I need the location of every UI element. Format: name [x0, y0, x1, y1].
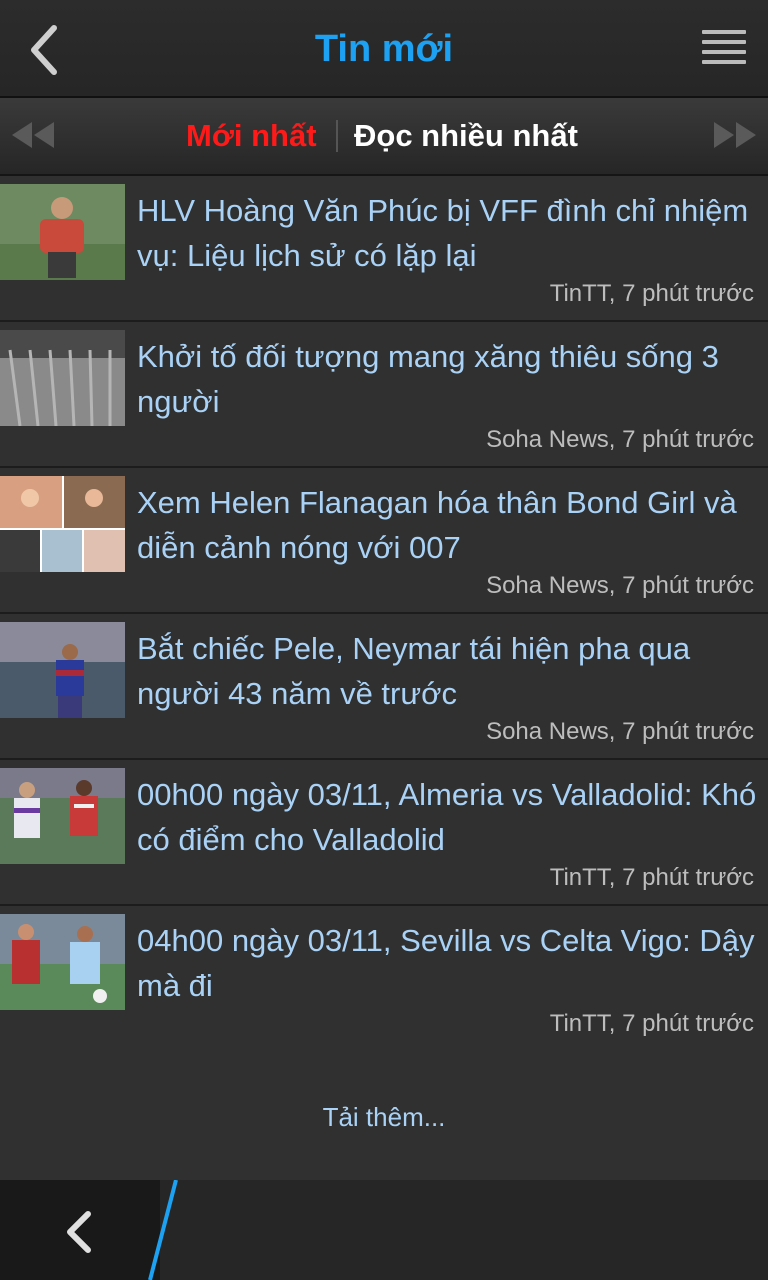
article-title[interactable]: HLV Hoàng Văn Phúc bị VFF đình chỉ nhiệm…: [137, 188, 757, 278]
article-title[interactable]: Bắt chiếc Pele, Neymar tái hiện pha qua …: [137, 626, 757, 716]
page-title: Tin mới: [314, 28, 454, 70]
fast-forward-icon[interactable]: [712, 120, 758, 150]
article-meta: TinTT, 7 phút trước: [549, 280, 754, 307]
menu-icon[interactable]: [702, 30, 746, 70]
list-item[interactable]: 00h00 ngày 03/11, Almeria vs Valladolid:…: [0, 760, 768, 906]
list-item[interactable]: Khởi tố đối tượng mang xăng thiêu sống 3…: [0, 322, 768, 468]
article-meta: Soha News, 7 phút trước: [486, 572, 754, 599]
article-title[interactable]: Khởi tố đối tượng mang xăng thiêu sống 3…: [137, 334, 757, 424]
article-thumbnail: [0, 768, 125, 864]
article-list: HLV Hoàng Văn Phúc bị VFF đình chỉ nhiệm…: [0, 176, 768, 1052]
article-thumbnail: [0, 914, 125, 1010]
article-title[interactable]: 04h00 ngày 03/11, Sevilla vs Celta Vigo:…: [137, 918, 757, 1008]
rewind-icon[interactable]: [10, 120, 56, 150]
bottom-nav-bar: [0, 1180, 768, 1280]
top-bar: Tin mới: [0, 0, 768, 98]
article-title[interactable]: 00h00 ngày 03/11, Almeria vs Valladolid:…: [137, 772, 757, 862]
load-more-label: Tải thêm...: [322, 1102, 446, 1132]
article-meta: Soha News, 7 phút trước: [486, 718, 754, 745]
list-item[interactable]: 04h00 ngày 03/11, Sevilla vs Celta Vigo:…: [0, 906, 768, 1052]
tab-bar: Mới nhất Đọc nhiều nhất: [0, 98, 768, 176]
list-item[interactable]: HLV Hoàng Văn Phúc bị VFF đình chỉ nhiệm…: [0, 176, 768, 322]
article-thumbnail: [0, 330, 125, 426]
article-meta: TinTT, 7 phút trước: [549, 1010, 754, 1037]
divider-slash: [148, 1180, 178, 1280]
article-thumbnail: [0, 476, 125, 572]
article-thumbnail: [0, 622, 125, 718]
tab-divider: [336, 120, 338, 152]
tab-most-read[interactable]: Đọc nhiều nhất: [354, 118, 578, 154]
list-item[interactable]: Bắt chiếc Pele, Neymar tái hiện pha qua …: [0, 614, 768, 760]
article-thumbnail: [0, 184, 125, 280]
article-meta: TinTT, 7 phút trước: [549, 864, 754, 891]
article-meta: Soha News, 7 phút trước: [486, 426, 754, 453]
article-title[interactable]: Xem Helen Flanagan hóa thân Bond Girl và…: [137, 480, 757, 570]
nav-back-icon[interactable]: [60, 1210, 100, 1254]
list-item[interactable]: Xem Helen Flanagan hóa thân Bond Girl và…: [0, 468, 768, 614]
load-more-button[interactable]: Tải thêm...: [0, 1050, 768, 1180]
tab-newest[interactable]: Mới nhất: [186, 118, 317, 154]
